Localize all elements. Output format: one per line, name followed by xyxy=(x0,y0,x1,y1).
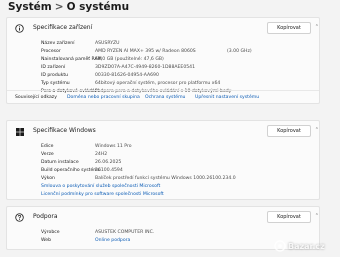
copy-windows-spec-button[interactable]: Kopírovat xyxy=(267,125,311,137)
related-links-row: Související odkazy Doména nebo pracovní … xyxy=(7,90,319,105)
related-links-label: Související odkazy xyxy=(15,95,57,100)
chevron-up-icon[interactable]: ⌃ xyxy=(315,24,319,30)
spec-row: ID produktu 00330-81626-04954-AA690 xyxy=(41,73,159,78)
spec-row: ID zařízení 3D9ZD07A-A47C-4949-8260-1D88A… xyxy=(41,65,196,70)
spec-row: Build operačního systému 26100.4594 xyxy=(41,168,123,173)
spec-row: Verze 24H2 xyxy=(41,152,108,157)
windows-spec-header[interactable]: Specifikace Windows Kopírovat ⌃ xyxy=(7,121,319,143)
breadcrumb-separator: > xyxy=(54,1,64,13)
link-ms-license-terms[interactable]: Licenční podmínky pro software společnos… xyxy=(41,191,315,199)
copy-device-spec-button[interactable]: Kopírovat xyxy=(267,22,311,34)
link-advanced-settings[interactable]: Upřesnit nastavení systému xyxy=(195,91,259,105)
spec-row: Typ systému 64bitový operační systém, pro… xyxy=(41,81,221,86)
windows-spec-title: Specifikace Windows xyxy=(33,127,96,134)
spec-row: Název zařízení ASUSRYZU xyxy=(41,41,120,46)
spec-row: Edice Windows 11 Pro xyxy=(41,144,132,149)
copy-support-button[interactable]: Kopírovat xyxy=(267,211,311,223)
support-title: Podpora xyxy=(33,213,58,220)
link-ms-services-agreement[interactable]: Smlouva o poskytování služeb společnosti… xyxy=(41,183,315,191)
link-domain-workgroup[interactable]: Doména nebo pracovní skupina xyxy=(67,91,140,105)
spec-row: Výkon Balíček prostředí funkcí systému Wi… xyxy=(41,176,236,181)
spec-row: Nainstalovaná paměť RAM 64,0 GB (použitel… xyxy=(41,57,164,62)
device-spec-card: Specifikace zařízení Kopírovat ⌃ Název z… xyxy=(6,17,320,104)
device-spec-title: Specifikace zařízení xyxy=(33,24,93,31)
bazar-watermark: Bazar.cz xyxy=(274,239,336,253)
windows-spec-card: Specifikace Windows Kopírovat ⌃ Edice Win… xyxy=(6,120,320,200)
watermark-text: Bazar.cz xyxy=(288,241,325,251)
spec-row: Výrobce ASUSTEK COMPUTER INC. xyxy=(41,230,155,235)
info-icon xyxy=(15,24,24,33)
windows-logo-icon xyxy=(15,127,24,136)
device-spec-header[interactable]: Specifikace zařízení Kopírovat ⌃ xyxy=(7,18,319,40)
help-icon xyxy=(15,213,24,222)
link-online-support[interactable]: Online podpora xyxy=(95,237,130,245)
chevron-up-icon[interactable]: ⌃ xyxy=(315,213,319,219)
spec-row: Procesor AMD RYZEN AI MAX+ 395 w/ Radeon … xyxy=(41,49,252,54)
chevron-up-icon[interactable]: ⌃ xyxy=(315,127,319,133)
spec-row: Datum instalace 26.06.2025 xyxy=(41,160,122,165)
breadcrumb-parent[interactable]: Systém xyxy=(8,1,52,13)
link-system-protection[interactable]: Ochrana systému xyxy=(145,91,185,105)
device-spec-rows: Název zařízení ASUSRYZU Procesor AMD RYZEN… xyxy=(41,40,315,96)
bazar-logo-icon xyxy=(274,240,286,252)
support-card: Podpora Kopírovat ⌃ Výrobce ASUSTEK COMPU… xyxy=(6,206,320,250)
page-title: Systém > O systému xyxy=(8,1,129,13)
windows-spec-rows: Edice Windows 11 Pro Verze 24H2 Datum inst… xyxy=(41,143,315,199)
breadcrumb-current: O systému xyxy=(66,1,130,13)
support-header[interactable]: Podpora Kopírovat ⌃ xyxy=(7,207,319,229)
